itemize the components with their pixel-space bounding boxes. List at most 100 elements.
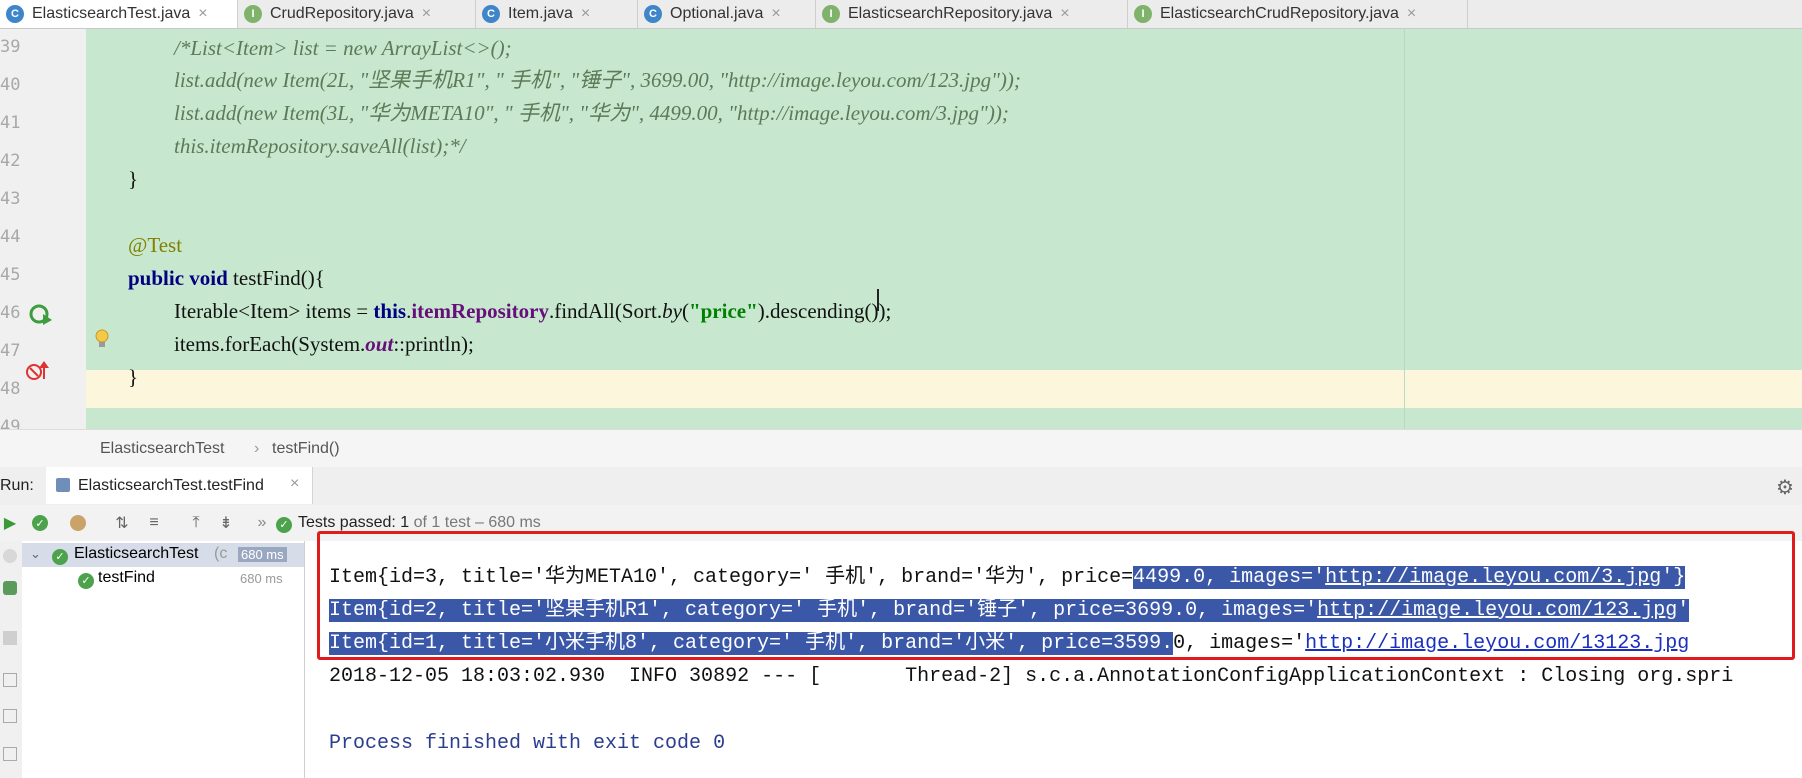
pin-icon[interactable] — [3, 631, 17, 645]
tab-elasticsearchtest[interactable]: C ElasticsearchTest.java × — [0, 0, 238, 28]
close-icon[interactable]: × — [290, 475, 299, 493]
sort-by-duration-icon[interactable]: ≡ — [144, 513, 164, 533]
line-number: 39 — [0, 37, 21, 57]
test-pass-icon: ✓ — [52, 547, 68, 565]
run-tool-window-header: Run: ElasticsearchTest.testFind × ⚙ — [0, 467, 1802, 506]
tab-label: ElasticsearchCrudRepository.java — [1160, 5, 1399, 22]
show-passed-icon[interactable]: ✓ — [30, 513, 50, 533]
test-suite-time: 680 ms — [238, 547, 287, 562]
more-icon[interactable]: » — [252, 513, 272, 533]
tab-elasticsearchcrudrepository[interactable]: I ElasticsearchCrudRepository.java × — [1128, 0, 1468, 28]
test-status-bold: Tests passed: 1 — [298, 514, 410, 531]
test-case-name[interactable]: testFind — [98, 569, 155, 587]
class-icon: C — [6, 5, 24, 23]
code-comment: list.add(new Item(2L, "坚果手机R1", " 手机", "… — [174, 68, 1021, 92]
code-text: } — [128, 167, 139, 191]
tab-item[interactable]: C Item.java × — [476, 0, 638, 28]
tab-elasticsearchrepository[interactable]: I ElasticsearchRepository.java × — [816, 0, 1128, 28]
code-keyword: public void — [128, 266, 228, 290]
breadcrumb-class[interactable]: ElasticsearchTest — [100, 440, 225, 458]
code-keyword: this — [373, 299, 407, 323]
lightbulb-icon[interactable] — [94, 328, 110, 350]
code-line-49: } — [128, 358, 138, 396]
interface-icon: I — [244, 5, 262, 23]
code-text: ).descending()); — [757, 299, 892, 323]
expand-all-icon[interactable]: ⤒ — [186, 513, 206, 533]
close-icon[interactable]: × — [1407, 5, 1416, 23]
highlight-box — [317, 531, 1795, 660]
tab-label: Item.java — [508, 5, 573, 22]
breadcrumb-separator: › — [254, 440, 260, 457]
code-comment: /*List<Item> list = new ArrayList<>(); — [174, 36, 512, 60]
close-icon[interactable]: × — [771, 5, 780, 23]
line-number: 40 — [0, 75, 21, 95]
close-icon[interactable]: × — [422, 5, 431, 23]
close-icon[interactable]: × — [581, 5, 590, 23]
run-label: Run: — [0, 477, 34, 494]
test-status-detail: of 1 test – 680 ms — [409, 514, 541, 531]
close-icon[interactable]: × — [198, 5, 207, 23]
class-icon: C — [482, 5, 500, 23]
export-icon[interactable] — [3, 673, 17, 687]
chevron-down-icon[interactable]: ⌄ — [30, 546, 41, 562]
code-comment: list.add(new Item(3L, "华为META10", " 手机",… — [174, 101, 1009, 125]
stop-icon[interactable] — [3, 549, 17, 563]
code-static-field: out — [365, 332, 394, 356]
tab-label: CrudRepository.java — [270, 5, 414, 22]
console-log-line: 2018-12-05 18:03:02.930 INFO 30892 --- [… — [329, 665, 1734, 688]
class-icon: C — [644, 5, 662, 23]
rerun-icon[interactable]: ▶ — [0, 513, 20, 533]
test-suite-name[interactable]: ElasticsearchTest — [74, 545, 199, 563]
code-text: .findAll(Sort. — [548, 299, 663, 323]
tab-label: ElasticsearchRepository.java — [848, 5, 1053, 22]
current-line-highlight — [86, 370, 1802, 408]
editor-tab-bar: C ElasticsearchTest.java × I CrudReposit… — [0, 0, 1802, 29]
breadcrumb: ElasticsearchTest › testFind() — [0, 429, 1802, 469]
gear-icon[interactable]: ⚙ — [1776, 475, 1794, 500]
code-text: testFind(){ — [227, 266, 325, 290]
line-number: 44 — [0, 227, 21, 247]
tab-label: Optional.java — [670, 5, 764, 22]
code-annotation: @Test — [128, 233, 183, 257]
code-text: ( — [681, 299, 689, 323]
test-case-time: 680 ms — [240, 571, 283, 586]
line-number: 41 — [0, 113, 21, 133]
run-config-icon — [56, 478, 70, 492]
run-config-label: ElasticsearchTest.testFind — [78, 477, 264, 494]
run-side-toolbar — [0, 541, 23, 778]
tab-label: ElasticsearchTest.java — [32, 5, 191, 22]
tab-crudrepository[interactable]: I CrudRepository.java × — [238, 0, 476, 28]
import-icon[interactable] — [3, 709, 17, 723]
test-error-icon[interactable] — [26, 359, 52, 383]
line-number: 43 — [0, 189, 21, 209]
line-number: 45 — [0, 265, 21, 285]
interface-icon: I — [822, 5, 840, 23]
editor-gutter: 39 40 41 42 43 44 45 46 47 48 49 — [0, 29, 86, 437]
layout-icon[interactable] — [3, 747, 17, 761]
collapse-all-icon[interactable]: ⇟ — [216, 513, 236, 533]
test-status: Tests passed: 1 of 1 test – 680 ms — [298, 514, 541, 532]
code-line-48: items.forEach(System.out::println); — [174, 325, 474, 363]
interface-icon: I — [1134, 5, 1152, 23]
line-number: 48 — [0, 379, 21, 399]
test-suite-suffix: (c — [214, 545, 228, 562]
code-static-method: by — [662, 299, 682, 323]
breadcrumb-method[interactable]: testFind() — [272, 440, 340, 458]
line-number: 46 — [0, 303, 21, 323]
code-field: itemRepository — [411, 299, 549, 323]
code-line-43: } — [128, 160, 138, 198]
tab-optional[interactable]: C Optional.java × — [638, 0, 816, 28]
test-pass-icon: ✓ — [78, 571, 94, 589]
status-pass-icon: ✓ — [276, 515, 292, 533]
code-editor[interactable]: /*List<Item> list = new ArrayList<>(); l… — [86, 29, 1802, 429]
sort-alphabetically-icon[interactable]: ⇅ — [112, 513, 132, 533]
right-margin-guide — [1404, 29, 1405, 429]
process-finished-line: Process finished with exit code 0 — [329, 732, 726, 755]
line-number: 42 — [0, 151, 21, 171]
show-ignored-icon[interactable] — [68, 513, 88, 533]
code-line-42: this.itemRepository.saveAll(list);*/ — [174, 127, 466, 165]
debug-icon[interactable] — [3, 581, 17, 595]
run-test-icon[interactable] — [28, 302, 54, 326]
close-icon[interactable]: × — [1060, 5, 1069, 23]
run-config-tab[interactable]: ElasticsearchTest.testFind × — [46, 467, 313, 504]
